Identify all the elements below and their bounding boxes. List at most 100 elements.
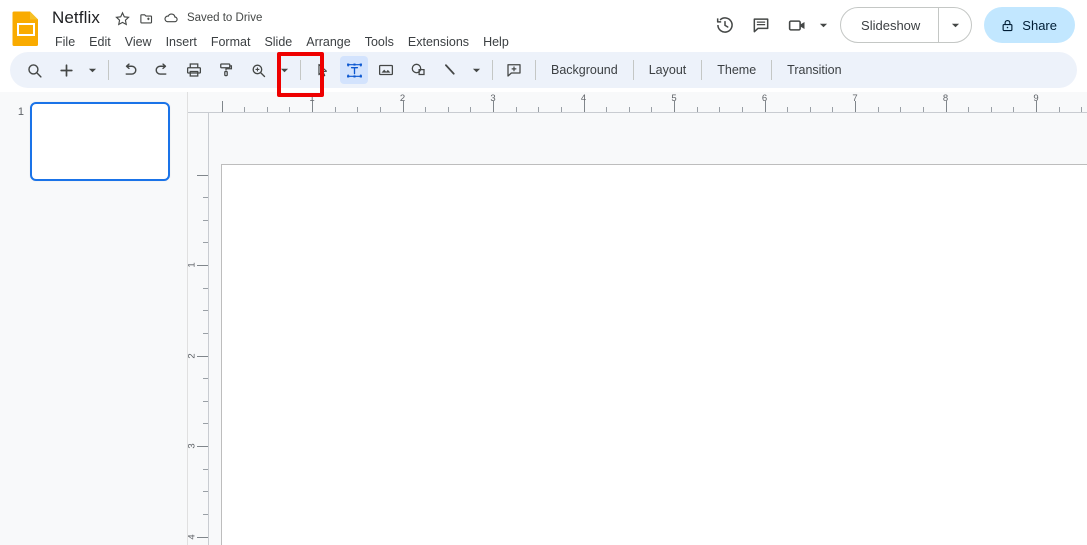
theme-button[interactable]: Theme xyxy=(707,58,766,82)
toolbar-separator-7 xyxy=(771,60,773,80)
ruler-label-v-1: 1 xyxy=(188,262,198,267)
lock-icon xyxy=(1000,18,1015,33)
ruler-label-h-6: 6 xyxy=(761,93,768,104)
header-actions: Slideshow Share xyxy=(708,7,1075,43)
toolbar-separator-4 xyxy=(535,60,536,80)
ruler-tick-minor xyxy=(203,468,208,470)
print-icon[interactable] xyxy=(180,56,208,84)
editor-body: 1 1 2 3 4 5 6 7 8 9 1 2 3 4 xyxy=(0,92,1087,545)
shape-icon[interactable] xyxy=(404,56,432,84)
text-box-icon[interactable] xyxy=(340,56,368,84)
transition-button[interactable]: Transition xyxy=(777,58,851,82)
list-item[interactable]: 1 xyxy=(0,102,187,181)
menu-edit[interactable]: Edit xyxy=(82,32,118,52)
slides-logo-icon[interactable] xyxy=(10,8,42,48)
menu-file[interactable]: File xyxy=(48,32,82,52)
line-caret-icon[interactable] xyxy=(468,56,485,84)
search-icon[interactable] xyxy=(20,56,48,84)
version-history-icon[interactable] xyxy=(708,8,742,42)
save-status-text: Saved to Drive xyxy=(186,12,263,24)
toolbar-separator-5 xyxy=(632,60,634,80)
ruler-label-h-8: 8 xyxy=(942,93,949,104)
canvas-area: 1 2 3 4 5 6 7 8 9 1 2 3 4 xyxy=(188,92,1087,545)
menu-arrange[interactable]: Arrange xyxy=(299,32,357,52)
insert-image-icon[interactable] xyxy=(372,56,400,84)
ruler-tick-minor xyxy=(741,107,743,112)
ruler-tick-major xyxy=(197,446,208,447)
ruler-tick-minor xyxy=(719,107,721,112)
ruler-label-h-5: 5 xyxy=(671,93,677,104)
ruler-tick-minor xyxy=(787,107,789,112)
ruler-tick-minor xyxy=(628,107,630,112)
ruler-tick-minor xyxy=(832,107,834,112)
ruler-tick-minor xyxy=(289,107,291,112)
slideshow-button-group: Slideshow xyxy=(840,7,973,43)
menu-help[interactable]: Help xyxy=(476,32,516,52)
star-icon[interactable] xyxy=(112,7,134,29)
menu-insert[interactable]: Insert xyxy=(159,32,204,52)
menu-bar: File Edit View Insert Format Slide Arran… xyxy=(48,31,516,53)
add-comment-icon[interactable] xyxy=(500,56,528,84)
ruler-tick-minor xyxy=(203,491,208,493)
ruler-tick-minor xyxy=(515,107,517,112)
ruler-tick-minor xyxy=(922,107,924,112)
ruler-label-v-3: 3 xyxy=(188,443,198,448)
redo-icon[interactable] xyxy=(148,56,176,84)
ruler-label-h-4: 4 xyxy=(580,93,587,104)
slide-filmstrip[interactable]: 1 xyxy=(0,92,188,545)
background-button[interactable]: Background xyxy=(541,58,628,82)
new-slide-icon[interactable] xyxy=(52,56,80,84)
new-slide-caret-icon[interactable] xyxy=(84,56,101,84)
menu-extensions[interactable]: Extensions xyxy=(401,32,476,52)
slideshow-caret-icon[interactable] xyxy=(939,8,971,42)
menu-slide[interactable]: Slide xyxy=(257,32,299,52)
toolbar-separator-2 xyxy=(300,60,301,80)
ruler-tick-minor xyxy=(203,242,208,244)
meet-caret-icon[interactable] xyxy=(814,10,832,40)
main-toolbar: Background Layout Theme Transition xyxy=(10,52,1077,88)
ruler-tick-minor xyxy=(990,107,992,112)
menu-view[interactable]: View xyxy=(118,32,159,52)
share-label: Share xyxy=(1022,17,1057,33)
ruler-tick-minor xyxy=(203,423,208,425)
menu-tools[interactable]: Tools xyxy=(358,32,401,52)
horizontal-ruler[interactable]: 1 2 3 4 5 6 7 8 9 xyxy=(188,92,1087,113)
title-icon-group: Saved to Drive xyxy=(112,7,262,29)
meet-button-group xyxy=(780,8,832,42)
select-cursor-icon[interactable] xyxy=(308,56,336,84)
slide-stage[interactable] xyxy=(209,113,1087,545)
ruler-label-v-4: 4 xyxy=(188,534,198,539)
ruler-tick-minor xyxy=(203,513,208,515)
slide-editing-canvas[interactable] xyxy=(221,164,1087,545)
toolbar-separator-1 xyxy=(108,60,109,80)
vertical-ruler[interactable]: 1 2 3 4 xyxy=(188,113,209,545)
slideshow-button[interactable]: Slideshow xyxy=(841,8,938,42)
ruler-tick-minor xyxy=(203,332,208,334)
undo-icon[interactable] xyxy=(116,56,144,84)
move-to-folder-icon[interactable] xyxy=(136,7,158,29)
ruler-tick-major xyxy=(221,101,223,112)
ruler-label-h-1: 1 xyxy=(309,93,315,104)
ruler-tick-minor xyxy=(538,107,540,112)
video-camera-icon[interactable] xyxy=(780,8,814,42)
zoom-caret-icon[interactable] xyxy=(276,56,293,84)
share-button[interactable]: Share xyxy=(984,7,1075,43)
app-header: Netflix Saved to Drive File Edit View In… xyxy=(0,0,1087,52)
document-title[interactable]: Netflix xyxy=(48,8,104,28)
ruler-tick-minor xyxy=(651,107,653,112)
ruler-label-v-2: 2 xyxy=(188,353,198,358)
line-icon[interactable] xyxy=(436,56,464,84)
ruler-tick-major xyxy=(197,536,208,538)
layout-button[interactable]: Layout xyxy=(639,58,697,82)
ruler-tick-minor xyxy=(606,107,608,112)
toolbar-separator-3 xyxy=(492,60,493,80)
ruler-tick-minor xyxy=(809,107,811,112)
comment-history-icon[interactable] xyxy=(744,8,778,42)
ruler-tick-minor xyxy=(877,107,879,112)
paint-format-icon[interactable] xyxy=(212,56,240,84)
zoom-icon[interactable] xyxy=(244,56,272,84)
slide-thumbnail-1[interactable] xyxy=(30,102,170,181)
menu-format[interactable]: Format xyxy=(204,32,258,52)
ruler-label-h-7: 7 xyxy=(852,93,858,104)
ruler-tick-minor xyxy=(1013,107,1015,112)
